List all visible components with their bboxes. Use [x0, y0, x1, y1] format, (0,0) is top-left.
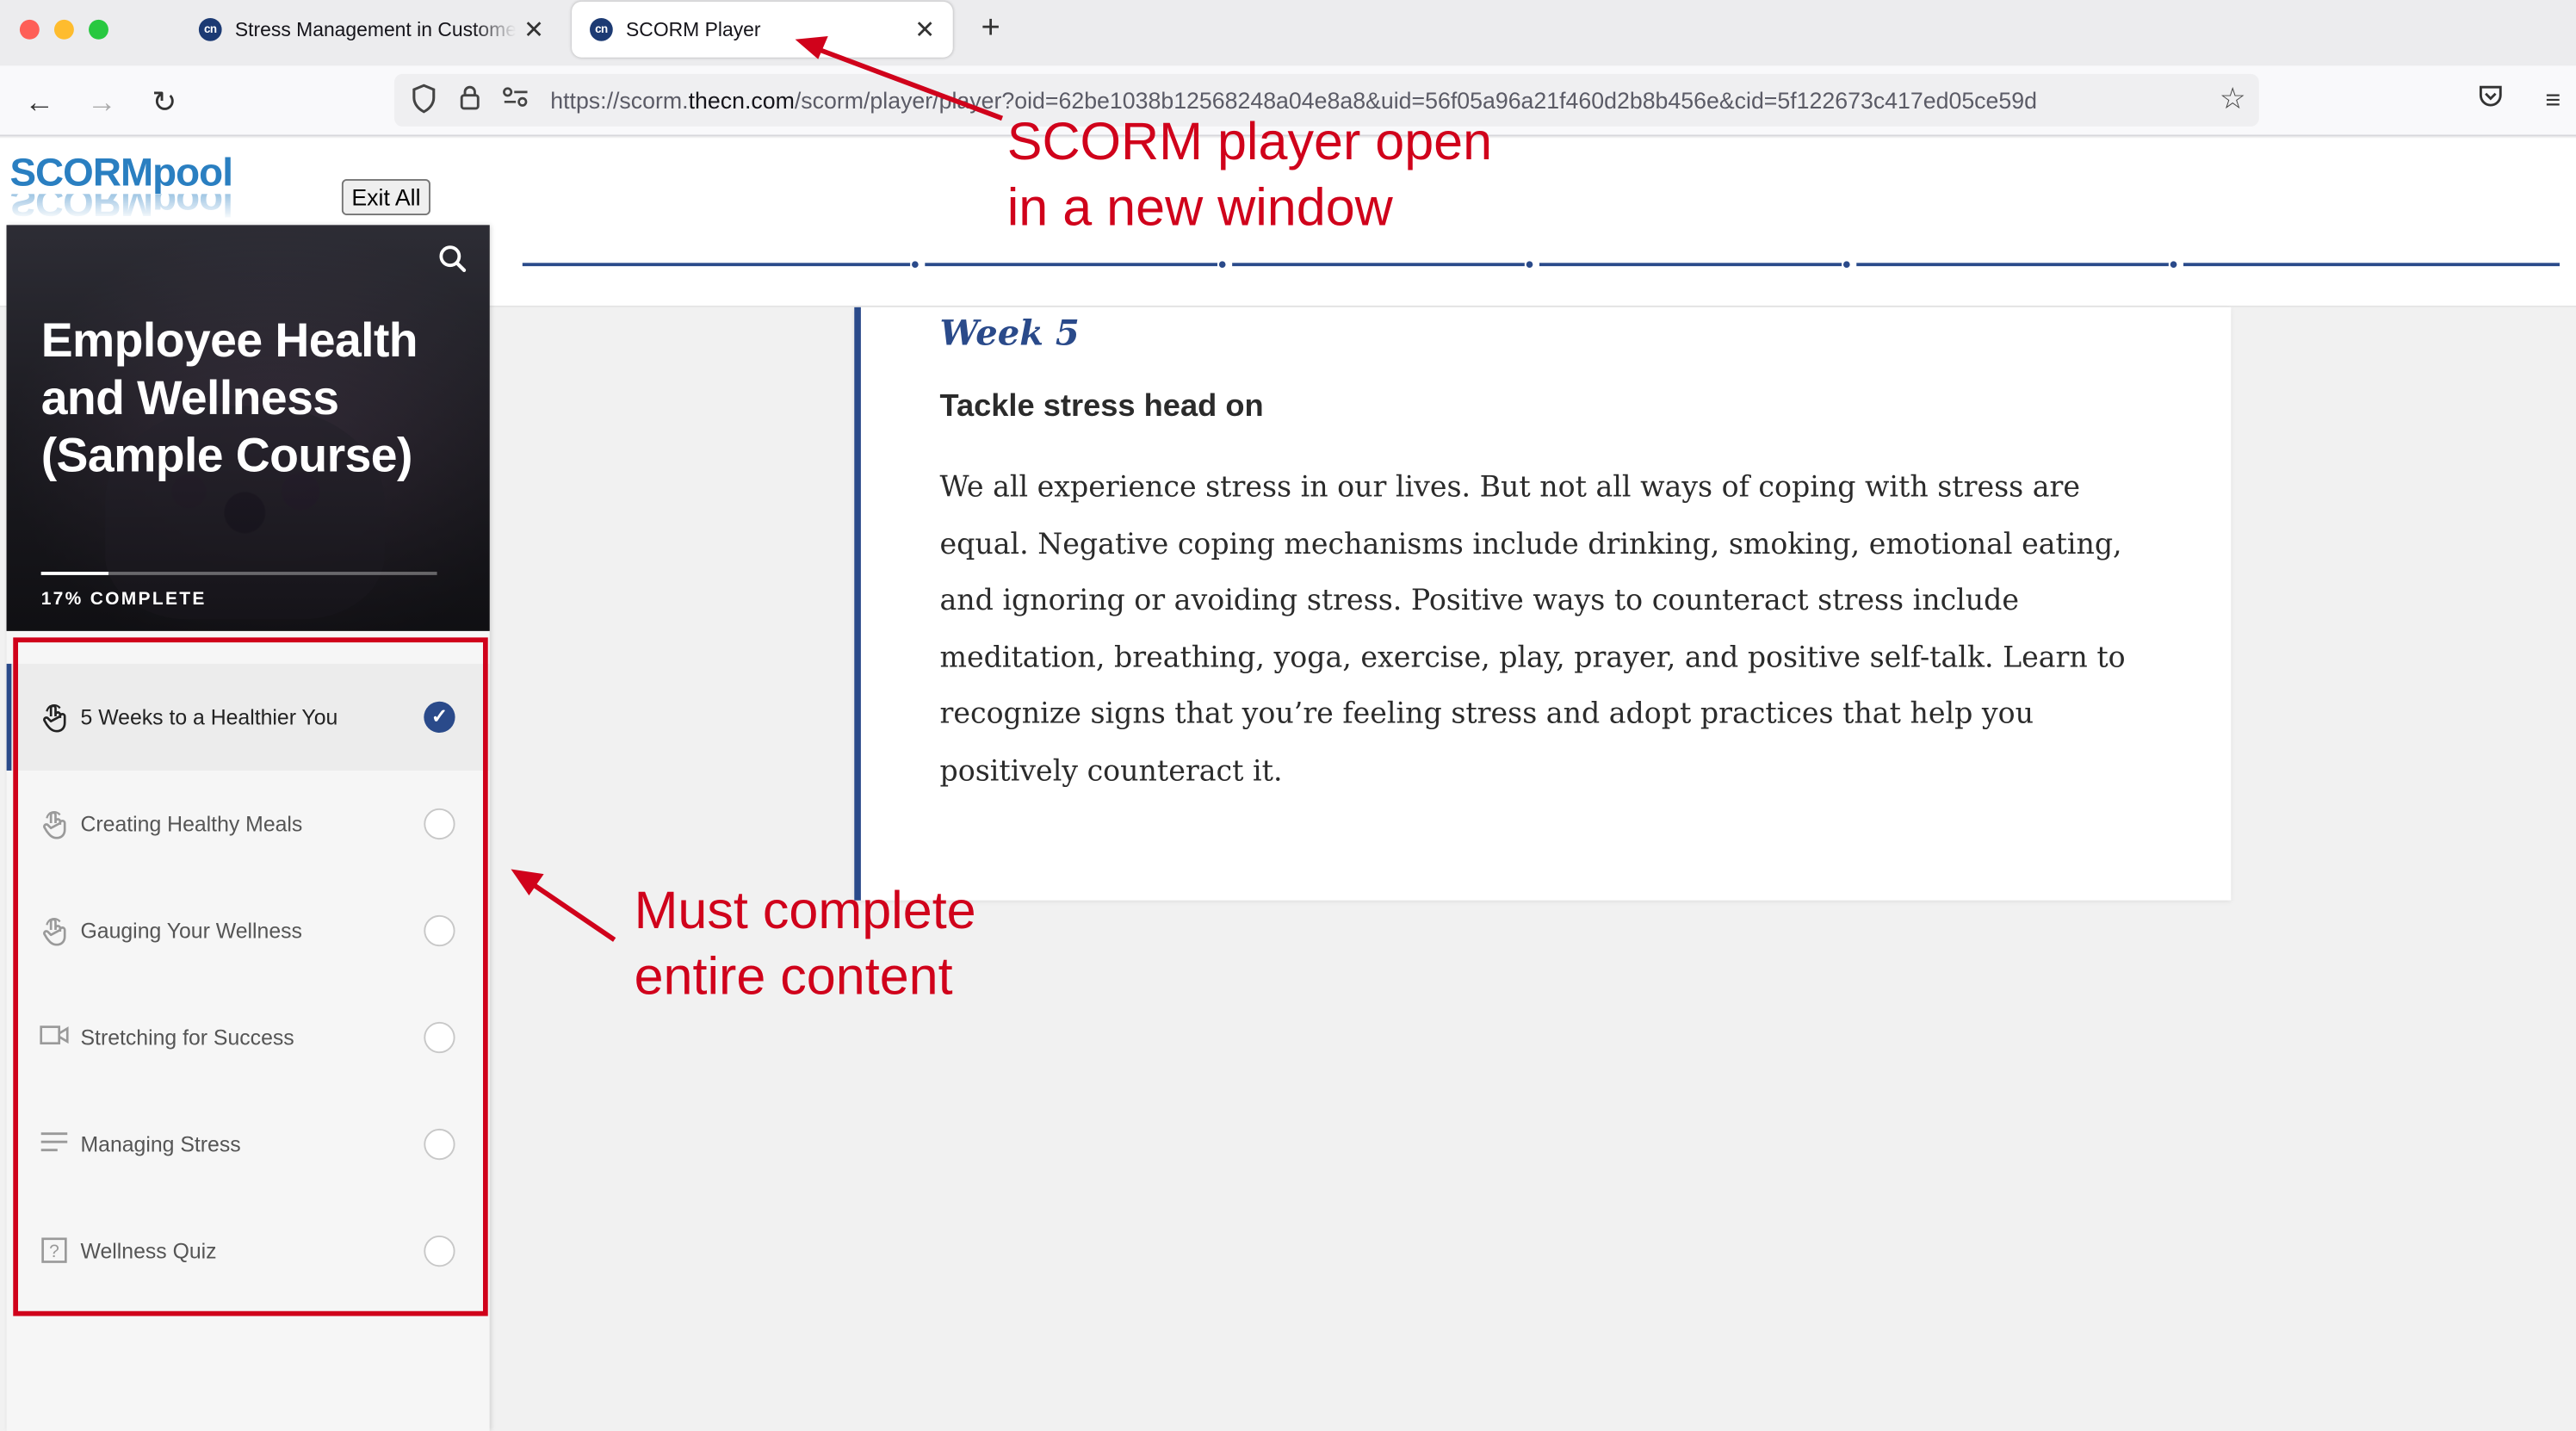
lesson-content-card: Week 5 Tackle stress head on We all expe…: [854, 307, 2232, 901]
content-heading: Tackle stress head on: [939, 389, 1264, 424]
close-tab-icon[interactable]: ✕: [516, 15, 552, 44]
scormpool-logo: SCORMpool: [9, 151, 232, 196]
scormpool-logo-reflection: SCORMpool: [9, 194, 232, 220]
close-tab-icon[interactable]: ✕: [907, 15, 943, 44]
course-progress-bar: [40, 572, 437, 575]
annotation-text: Must complete: [634, 880, 976, 940]
course-title: Employee Health and Wellness (Sample Cou…: [40, 315, 418, 484]
exit-all-button[interactable]: Exit All: [341, 178, 430, 215]
annotation-text: SCORM player open: [1006, 111, 1493, 171]
search-icon[interactable]: [438, 245, 467, 281]
back-arrow-icon[interactable]: ←: [20, 82, 59, 121]
browser-tab-bar: cn Stress Management in Customer Service…: [0, 0, 2576, 66]
hamburger-menu-icon[interactable]: ≡: [2533, 82, 2573, 121]
course-hero: Employee Health and Wellness (Sample Cou…: [6, 225, 490, 631]
annotation-text: entire content: [634, 946, 953, 1006]
permissions-icon[interactable]: [499, 84, 532, 116]
shield-icon[interactable]: [407, 84, 440, 116]
window-zoom-button[interactable]: [89, 19, 108, 40]
window-close-button[interactable]: [19, 19, 40, 40]
lock-icon[interactable]: [454, 84, 486, 116]
plus-icon[interactable]: +: [973, 9, 1009, 46]
annotation-text: in a new window: [1006, 177, 1393, 237]
tab-title: SCORM Player: [626, 17, 761, 41]
week-label: Week 5: [939, 312, 1080, 354]
tab-scorm-player[interactable]: cn SCORM Player ✕: [572, 1, 953, 58]
reload-icon[interactable]: ↻: [145, 82, 184, 121]
screenshot-root: cn Stress Management in Customer Service…: [0, 0, 2576, 1431]
pocket-icon[interactable]: [2471, 82, 2511, 121]
annotation-highlight-box: [13, 637, 488, 1316]
cn-favicon-icon: cn: [198, 17, 222, 41]
tab-stress-management[interactable]: cn Stress Management in Customer Service…: [181, 0, 562, 59]
bookmark-star-icon[interactable]: ☆: [2220, 82, 2246, 116]
forward-arrow-icon[interactable]: →: [82, 82, 121, 121]
course-progress-fill: [40, 572, 108, 575]
course-progress-label: 17% COMPLETE: [40, 590, 207, 610]
lesson-progress-track: [522, 261, 2560, 269]
tab-title: Stress Management in Customer Service: [234, 17, 517, 41]
content-body: We all experience stress in our lives. B…: [939, 471, 2126, 789]
cn-favicon-icon: cn: [590, 17, 613, 41]
window-minimize-button[interactable]: [53, 19, 74, 40]
